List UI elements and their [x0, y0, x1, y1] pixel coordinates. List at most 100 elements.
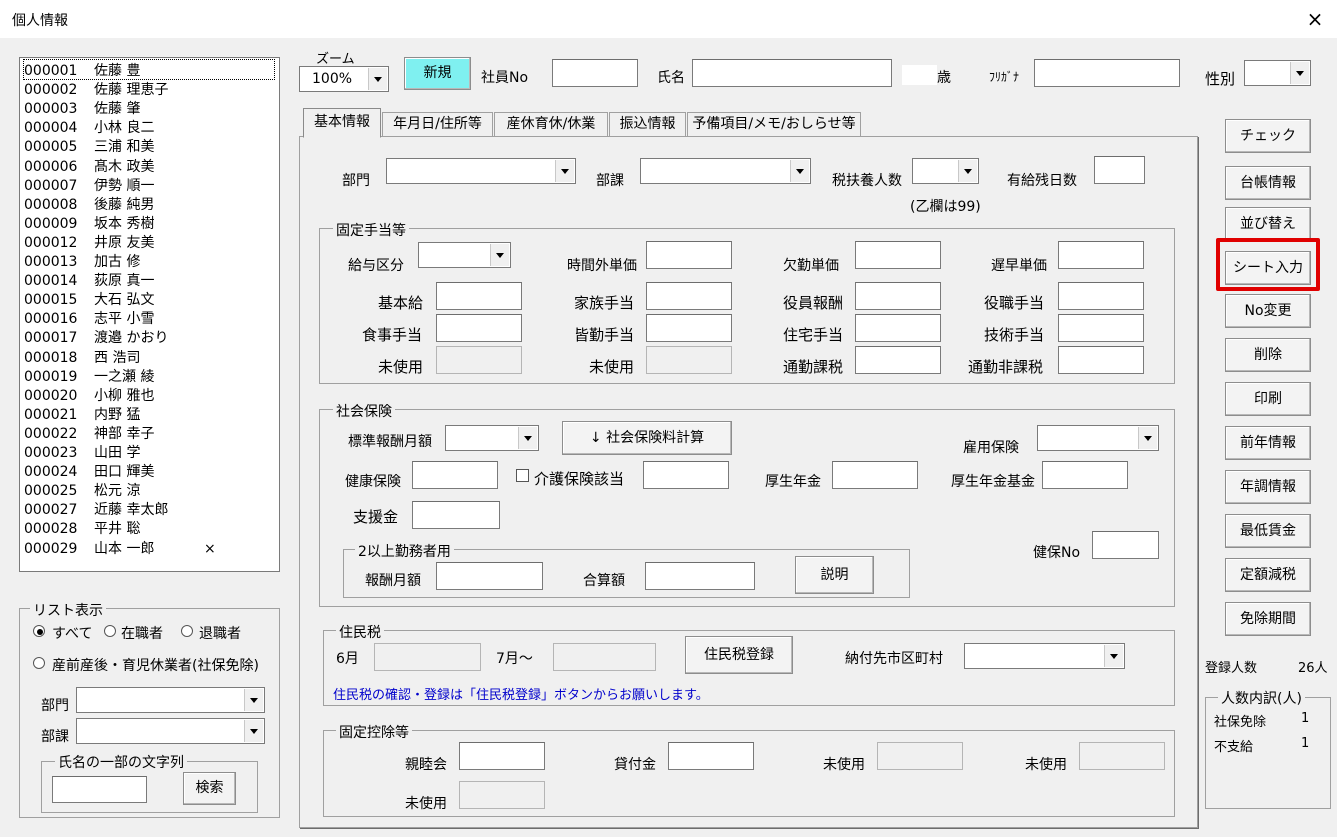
pension-input[interactable]: [832, 461, 918, 489]
late-input[interactable]: [1058, 241, 1144, 269]
list-item[interactable]: 000008 後藤 純男: [24, 194, 274, 213]
chevron-down-icon[interactable]: [1104, 645, 1123, 667]
chevron-down-icon[interactable]: [1138, 427, 1157, 449]
sheet-input-button[interactable]: シート入力: [1225, 251, 1311, 285]
print-button[interactable]: 印刷: [1225, 382, 1311, 416]
tab-reserve-memo[interactable]: 予備項目/メモ/おしらせ等: [687, 112, 861, 136]
year-end-button[interactable]: 年調情報: [1225, 470, 1311, 504]
health-no-input[interactable]: [1092, 531, 1159, 559]
skill-input[interactable]: [1058, 314, 1144, 342]
employee-list[interactable]: 000001 佐藤 豊 000002 佐藤 理恵子 000003 佐藤 肇 000004 小林…: [19, 57, 280, 572]
list-item[interactable]: 000009 坂本 秀樹: [24, 213, 274, 232]
list-item[interactable]: 000018 西 浩司: [24, 347, 274, 366]
commute-tax-input[interactable]: [855, 346, 941, 374]
prev-year-button[interactable]: 前年情報: [1225, 426, 1311, 460]
care-checkbox[interactable]: [516, 469, 529, 482]
list-item[interactable]: 000017 渡邉 かおり: [24, 327, 274, 346]
chevron-down-icon[interactable]: [958, 160, 977, 182]
overtime-input[interactable]: [646, 241, 732, 269]
list-item[interactable]: 000012 井原 友美: [24, 232, 274, 251]
multi-total-input[interactable]: [645, 562, 755, 590]
list-item[interactable]: 000025 松元 涼: [24, 480, 274, 499]
officer-input[interactable]: [855, 282, 941, 310]
perfect-input[interactable]: [646, 314, 732, 342]
check-button[interactable]: チェック: [1225, 119, 1311, 153]
list-item[interactable]: 000007 伊勢 順一: [24, 175, 274, 194]
position-input[interactable]: [1058, 282, 1144, 310]
no-change-button[interactable]: No変更: [1225, 294, 1311, 328]
list-item[interactable]: 000001 佐藤 豊: [23, 59, 275, 80]
list-item[interactable]: 000005 三浦 和美: [24, 136, 274, 155]
chevron-down-icon[interactable]: [368, 68, 387, 90]
list-item[interactable]: 000029 山本 一郎 ×: [24, 538, 274, 557]
radio-all[interactable]: [33, 625, 45, 637]
tab-leave[interactable]: 産休育休/休業: [494, 112, 608, 136]
section-combo[interactable]: [640, 158, 811, 184]
absence-input[interactable]: [855, 241, 941, 269]
list-item[interactable]: 000006 髙木 政美: [24, 156, 274, 175]
chevron-down-icon[interactable]: [790, 160, 809, 182]
ledger-button[interactable]: 台帳情報: [1225, 166, 1311, 200]
chevron-down-icon[interactable]: [518, 427, 537, 449]
chevron-down-icon[interactable]: [1290, 62, 1309, 84]
new-button[interactable]: 新規: [404, 57, 471, 90]
furigana-input[interactable]: [1034, 59, 1180, 87]
tab-basic[interactable]: 基本情報: [303, 108, 381, 138]
list-item[interactable]: 000022 神部 幸子: [24, 423, 274, 442]
list-item[interactable]: 000024 田口 輝美: [24, 461, 274, 480]
dept-combo[interactable]: [386, 158, 576, 184]
employment-combo[interactable]: [1037, 425, 1159, 451]
support-input[interactable]: [412, 501, 500, 529]
list-dept-combo[interactable]: [76, 687, 265, 713]
gender-combo[interactable]: [1244, 60, 1311, 86]
list-item[interactable]: 000004 小林 良二: [24, 117, 274, 136]
care-input[interactable]: [643, 461, 729, 489]
close-icon[interactable]: ×: [1302, 6, 1328, 32]
chevron-down-icon[interactable]: [244, 720, 263, 742]
list-item[interactable]: 000003 佐藤 肇: [24, 98, 274, 117]
min-wage-button[interactable]: 最低賃金: [1225, 514, 1311, 548]
tax-reduction-button[interactable]: 定額減税: [1225, 558, 1311, 592]
name-input[interactable]: [692, 59, 892, 87]
list-item[interactable]: 000014 荻原 真一: [24, 270, 274, 289]
list-item[interactable]: 000002 佐藤 理恵子: [24, 79, 274, 98]
list-section-combo[interactable]: [76, 718, 265, 744]
base-pay-input[interactable]: [436, 282, 522, 310]
sort-button[interactable]: 並び替え: [1225, 207, 1311, 241]
explain-button[interactable]: 説明: [795, 556, 874, 594]
chevron-down-icon[interactable]: [555, 160, 574, 182]
emp-no-input[interactable]: [552, 59, 638, 87]
list-item[interactable]: 000023 山田 学: [24, 442, 274, 461]
city-combo[interactable]: [964, 643, 1125, 669]
std-monthly-combo[interactable]: [445, 425, 539, 451]
delete-button[interactable]: 削除: [1225, 338, 1311, 372]
family-input[interactable]: [646, 282, 732, 310]
social-club-input[interactable]: [459, 742, 545, 770]
list-item[interactable]: 000021 内野 猛: [24, 404, 274, 423]
tab-transfer[interactable]: 振込情報: [609, 112, 686, 136]
chevron-down-icon[interactable]: [490, 244, 509, 266]
multi-pay-input[interactable]: [436, 562, 543, 590]
list-item[interactable]: 000015 大石 弘文: [24, 289, 274, 308]
radio-leave[interactable]: [33, 657, 45, 669]
pay-type-combo[interactable]: [418, 242, 511, 268]
list-item[interactable]: 000020 小柳 雅也: [24, 385, 274, 404]
search-button[interactable]: 検索: [183, 772, 236, 805]
list-item[interactable]: 000027 近藤 幸太郎: [24, 499, 274, 518]
list-item[interactable]: 000019 一之瀬 綾: [24, 366, 274, 385]
list-item[interactable]: 000028 平井 聡: [24, 518, 274, 537]
radio-active[interactable]: [104, 625, 116, 637]
radio-retired[interactable]: [181, 625, 193, 637]
health-input[interactable]: [412, 461, 498, 489]
calc-social-button[interactable]: ↓ 社会保険料計算: [562, 421, 732, 455]
zoom-combo[interactable]: 100%: [299, 66, 389, 92]
exempt-period-button[interactable]: 免除期間: [1225, 602, 1311, 636]
tab-dates-address[interactable]: 年月日/住所等: [382, 112, 493, 136]
list-item[interactable]: 000013 加古 修: [24, 251, 274, 270]
dependents-combo[interactable]: [912, 158, 979, 184]
commute-free-input[interactable]: [1058, 346, 1144, 374]
pension-fund-input[interactable]: [1042, 461, 1128, 489]
loan-input[interactable]: [668, 742, 754, 770]
name-search-input[interactable]: [52, 776, 147, 803]
list-item[interactable]: 000016 志平 小雪: [24, 308, 274, 327]
